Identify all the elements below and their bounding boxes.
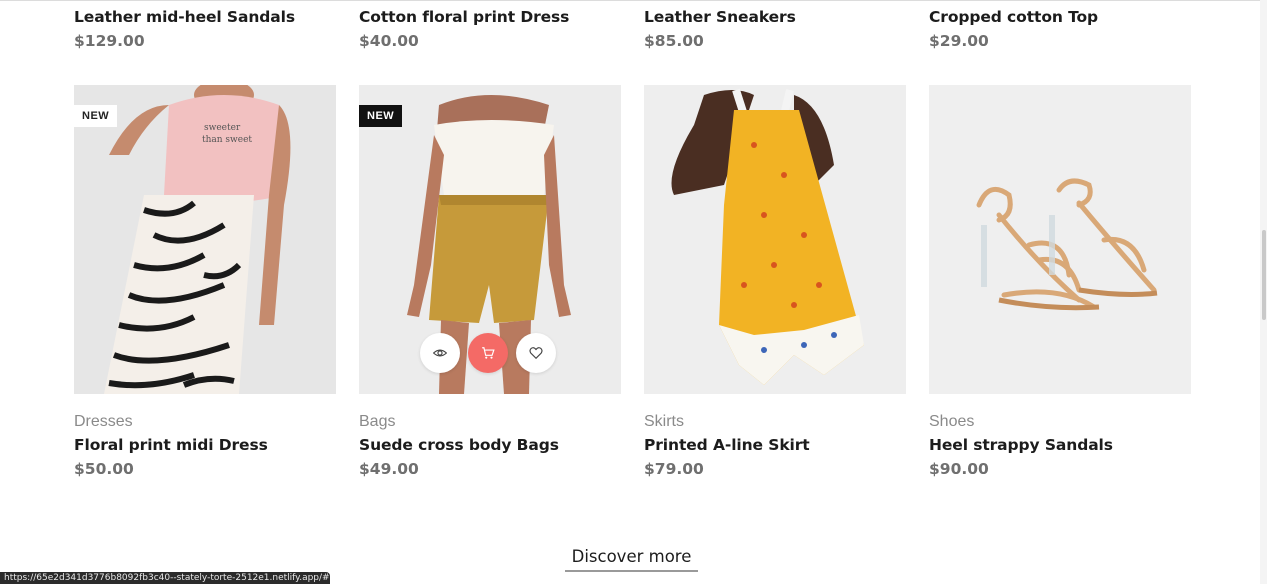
product-image-dress[interactable]: sweeter than sweet NEW [74,85,336,394]
product-name[interactable]: Leather Sneakers [644,8,906,26]
product-name[interactable]: Suede cross body Bags [359,436,621,454]
product-card-shoes[interactable]: Shoes Heel strappy Sandals $90.00 [929,413,1191,478]
svg-text:sweeter: sweeter [204,123,241,133]
product-price: $79.00 [644,460,704,478]
product-name[interactable]: Floral print midi Dress [74,436,336,454]
product-name[interactable]: Printed A-line Skirt [644,436,906,454]
product-card-dresses[interactable]: Dresses Floral print midi Dress $50.00 [74,413,336,478]
product-price: $40.00 [359,32,419,50]
wishlist-button[interactable] [516,333,556,373]
product-category[interactable]: Dresses [74,413,336,431]
product-category[interactable]: Skirts [644,413,906,431]
product-name[interactable]: Heel strappy Sandals [929,436,1191,454]
product-card-top-4[interactable]: Cropped cotton Top $29.00 [929,0,1191,50]
product-card-bags[interactable]: Bags Suede cross body Bags $49.00 [359,413,621,478]
product-price: $49.00 [359,460,419,478]
product-card-top-2[interactable]: Cotton floral print Dress $40.00 [359,0,621,50]
product-quick-actions [420,333,556,373]
svg-text:than sweet: than sweet [202,135,252,145]
page-scrollbar[interactable] [1260,0,1267,584]
product-category[interactable]: Bags [359,413,621,431]
scrollbar-thumb[interactable] [1262,230,1266,320]
sandals-illustration [929,85,1191,394]
new-badge: NEW [359,105,403,127]
product-card-top-1[interactable]: Leather mid-heel Sandals $129.00 [74,0,336,50]
new-badge: NEW [74,105,118,127]
product-name[interactable]: Cotton floral print Dress [359,8,621,26]
discover-more-link[interactable]: Discover more [565,547,698,572]
add-to-cart-button[interactable] [468,333,508,373]
product-image-skirt[interactable] [644,85,906,394]
product-card-top-3[interactable]: Leather Sneakers $85.00 [644,0,906,50]
eye-icon [433,349,447,357]
product-card-skirts[interactable]: Skirts Printed A-line Skirt $79.00 [644,413,906,478]
model-skirt-illustration [644,85,906,394]
product-image-sandals[interactable] [929,85,1191,394]
product-category[interactable]: Shoes [929,413,1191,431]
product-price: $85.00 [644,32,704,50]
product-name[interactable]: Cropped cotton Top [929,8,1191,26]
product-price: $90.00 [929,460,989,478]
heart-icon [529,347,543,360]
product-price: $50.00 [74,460,134,478]
quick-view-button[interactable] [420,333,460,373]
cart-icon [482,347,495,359]
product-image-bags[interactable]: NEW [359,85,621,394]
product-price: $29.00 [929,32,989,50]
model-dress-illustration: sweeter than sweet [74,85,336,394]
product-price: $129.00 [74,32,145,50]
product-name[interactable]: Leather mid-heel Sandals [74,8,336,26]
status-bar-url: https://65e2d341d3776b8092fb3c40--statel… [0,572,330,584]
